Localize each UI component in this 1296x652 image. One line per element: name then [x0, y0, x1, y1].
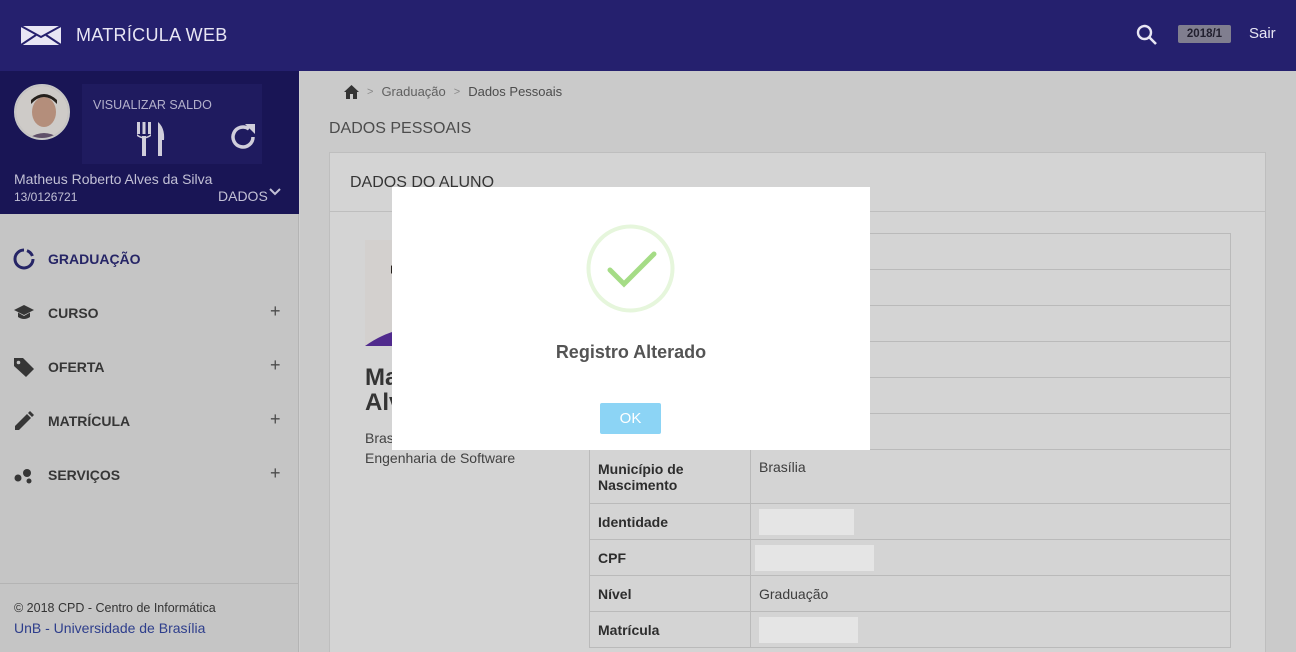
check-circle-icon — [586, 224, 675, 313]
app-title[interactable]: MATRÍCULA WEB — [76, 25, 228, 46]
modal-title: Registro Alterado — [555, 342, 707, 362]
logout-link[interactable]: Sair — [1249, 25, 1276, 42]
top-bar: MATRÍCULA WEB 2018/1 Sair — [0, 0, 1296, 71]
success-modal: Registro Alterado OK — [392, 187, 870, 450]
envelope-icon[interactable] — [21, 26, 61, 45]
ok-button[interactable]: OK — [600, 403, 661, 434]
search-icon[interactable] — [1136, 24, 1158, 46]
semester-badge: 2018/1 — [1178, 25, 1231, 43]
